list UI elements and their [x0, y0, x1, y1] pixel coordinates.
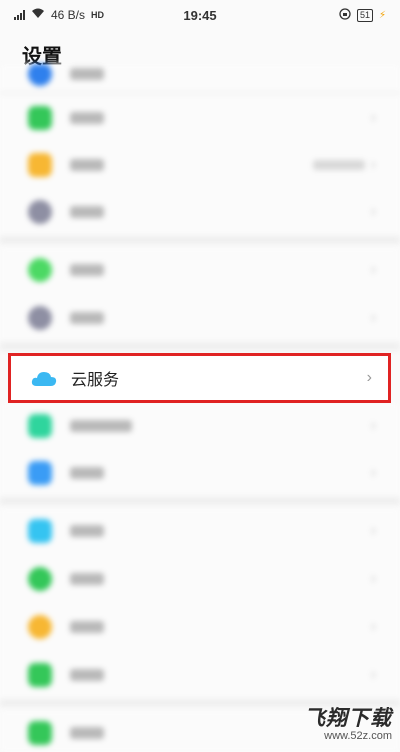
- network-speed: 46 B/s: [51, 8, 86, 22]
- settings-item[interactable]: ›: [0, 555, 400, 603]
- settings-item-label: [70, 467, 104, 479]
- chevron-right-icon: ›: [370, 156, 376, 173]
- status-time: 19:45: [183, 7, 217, 23]
- cloud-service-label: 云服务: [71, 372, 120, 389]
- chevron-right-icon: ›: [370, 203, 376, 220]
- settings-item[interactable]: ›: [0, 402, 400, 450]
- chevron-right-icon: ›: [366, 369, 372, 386]
- settings-item-icon: [28, 663, 52, 687]
- settings-item[interactable]: ›: [0, 651, 400, 699]
- settings-item-value: [312, 160, 365, 170]
- settings-item-label: [70, 312, 104, 324]
- settings-item-icon: [28, 64, 52, 86]
- settings-item-icon: [28, 200, 52, 224]
- wifi-icon: [31, 8, 45, 22]
- settings-item-icon: [28, 519, 52, 543]
- settings-item-label: [70, 264, 104, 276]
- settings-item[interactable]: ›: [0, 141, 400, 189]
- settings-item-icon: [28, 306, 52, 330]
- user-icon: [28, 461, 52, 485]
- chevron-right-icon: ›: [370, 618, 376, 635]
- settings-item-icon: [28, 567, 52, 591]
- chevron-right-icon: ›: [370, 570, 376, 587]
- lock-rotation-icon: [339, 7, 351, 23]
- settings-item-label: [70, 669, 104, 681]
- settings-item[interactable]: ›: [0, 294, 400, 342]
- chevron-right-icon: ›: [370, 261, 376, 278]
- settings-item-label: [70, 621, 104, 633]
- chevron-right-icon: ›: [370, 666, 376, 683]
- cloud-icon: [31, 369, 57, 387]
- settings-item-icon: [28, 615, 52, 639]
- divider: [0, 497, 400, 505]
- settings-list: › › › › › › › › › › ›: [0, 64, 400, 752]
- status-right: 51 ⚡: [236, 7, 386, 23]
- watermark-name: 飞翔下载: [304, 707, 392, 730]
- settings-item-label: [70, 68, 104, 80]
- settings-item[interactable]: ›: [0, 449, 400, 497]
- battery-icon: 51: [356, 8, 373, 22]
- settings-item-label: [70, 727, 104, 739]
- battery-level: 51: [359, 9, 370, 20]
- chevron-right-icon: ›: [370, 464, 376, 481]
- hd-icon: HD: [91, 10, 105, 20]
- watermark-logo: 飞翔下载 www.52z.com: [294, 702, 392, 746]
- settings-item-icon: [28, 153, 52, 177]
- divider: [0, 342, 400, 350]
- settings-item[interactable]: ›: [0, 188, 400, 236]
- signal-icon: [14, 10, 25, 20]
- settings-item-label: [70, 573, 104, 585]
- settings-item-label: [70, 525, 104, 537]
- settings-item-label: [70, 206, 104, 218]
- status-bar: 46 B/s HD 19:45 51 ⚡: [0, 0, 400, 30]
- charging-icon: ⚡: [378, 9, 386, 21]
- settings-item-label: [70, 420, 132, 432]
- settings-item[interactable]: ›: [0, 507, 400, 555]
- status-left: 46 B/s HD: [14, 8, 164, 22]
- settings-item-label: [70, 159, 104, 171]
- settings-item-label: [70, 112, 104, 124]
- settings-item-icon: [28, 414, 52, 438]
- settings-item[interactable]: ›: [0, 603, 400, 651]
- settings-item[interactable]: ›: [0, 94, 400, 142]
- settings-item[interactable]: ›: [0, 246, 400, 294]
- settings-item-icon: [28, 258, 52, 282]
- chevron-right-icon: ›: [370, 309, 376, 326]
- chevron-right-icon: ›: [370, 522, 376, 539]
- cloud-service-item[interactable]: 云服务 ›: [8, 353, 391, 403]
- chevron-right-icon: ›: [370, 109, 376, 126]
- phone-icon: [28, 106, 52, 130]
- chevron-right-icon: ›: [370, 417, 376, 434]
- phone-icon: [28, 721, 52, 745]
- divider: [0, 236, 400, 244]
